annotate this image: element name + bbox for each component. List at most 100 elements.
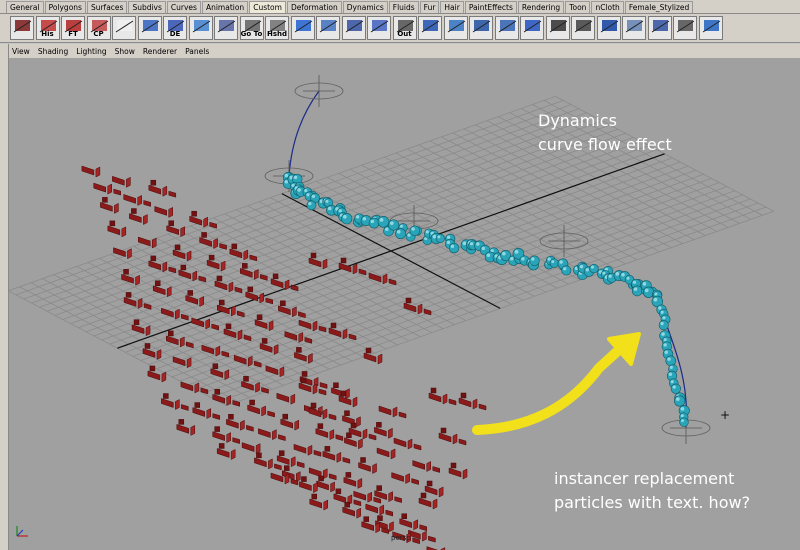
shelf-tab-surfaces[interactable]: Surfaces: [86, 1, 128, 13]
shelf-tab-hair[interactable]: Hair: [440, 1, 464, 13]
particle-sphere: [395, 228, 406, 240]
shelf-tab-fluids[interactable]: Fluids: [388, 1, 419, 13]
particle-sphere: [377, 216, 390, 228]
delete-history-icon[interactable]: DE: [163, 16, 187, 40]
camera-label: persp: [391, 534, 411, 542]
instance-shape: [426, 546, 446, 550]
outliner-icon[interactable]: Out: [392, 16, 417, 40]
toolbox-strip[interactable]: [0, 44, 9, 550]
instance-shape: [299, 476, 318, 494]
graph-editor-icon[interactable]: [10, 16, 34, 40]
history-icon[interactable]: His: [35, 16, 60, 40]
menu-renderer[interactable]: Renderer: [143, 47, 177, 56]
shelf-tab-general[interactable]: General: [6, 1, 44, 13]
shelf-tab-female-stylized[interactable]: Female_Stylized: [624, 1, 694, 13]
instance-shape: [348, 422, 377, 441]
menu-shading[interactable]: Shading: [38, 47, 68, 56]
particle-sphere: [388, 219, 400, 231]
center-pivot-icon[interactable]: CP: [86, 16, 111, 40]
instance-shape: [343, 472, 363, 489]
wave-icon[interactable]: [698, 16, 723, 40]
instance-shape: [254, 452, 282, 471]
particle-sphere: [448, 242, 460, 254]
instance-shape: [81, 165, 101, 178]
instance-shape: [189, 210, 217, 229]
ipr-icon[interactable]: [596, 16, 621, 40]
particle-sphere: [679, 417, 689, 427]
instance-shape: [399, 513, 427, 532]
cube-icon[interactable]: [418, 16, 442, 40]
particle-sphere: [529, 255, 540, 266]
menu-view[interactable]: View: [12, 47, 30, 56]
cursor-icon[interactable]: [367, 16, 391, 40]
instance-shape: [424, 480, 444, 498]
yellow-arrow-annotation: [472, 332, 641, 435]
scale-icon[interactable]: [520, 16, 544, 40]
shelf-tab-toon[interactable]: Toon: [565, 1, 591, 13]
mel-goto-icon[interactable]: Go To: [239, 16, 264, 40]
bend-icon[interactable]: [647, 16, 672, 40]
instance-shape: [112, 175, 131, 188]
instance-shape: [363, 347, 383, 365]
instance-shape: [374, 422, 393, 439]
particle-sphere: [561, 265, 572, 276]
shelf-tab-deformation[interactable]: Deformation: [286, 1, 342, 13]
shelf-tab-bar: General Polygons Surfaces Subdivs Curves Anim…: [0, 0, 800, 14]
hypershade-icon[interactable]: [137, 16, 162, 40]
particle-sphere: [631, 285, 643, 297]
perspective-viewport[interactable]: + Dynamics curve flow effect instancer r…: [9, 58, 800, 550]
particle-sphere: [658, 320, 669, 331]
plane-icon[interactable]: [443, 16, 468, 40]
instance-shape: [176, 419, 196, 436]
instance-shape: [212, 426, 240, 444]
rotate-icon[interactable]: [494, 16, 519, 40]
particle-sphere: [409, 225, 421, 236]
particle-sphere: [341, 213, 353, 225]
shelf-icon-bar: His FT CP DE Go To Hshd Out: [0, 14, 800, 43]
instance-shape: [121, 269, 140, 286]
instance-shape: [365, 503, 394, 517]
instance-shape: [216, 443, 236, 460]
shelf-tab-ncloth[interactable]: nCloth: [591, 1, 624, 13]
select-tool-icon[interactable]: [214, 16, 238, 40]
paint-icon[interactable]: [316, 16, 340, 40]
sculpt-icon[interactable]: [290, 16, 315, 40]
menu-panels[interactable]: Panels: [185, 47, 209, 56]
cursor-crosshair-icon: +: [720, 408, 730, 422]
shelf-tab-polygons[interactable]: Polygons: [44, 1, 86, 13]
mel-script-icon[interactable]: [673, 16, 697, 40]
shelf-tab-subdivs[interactable]: Subdivs: [128, 1, 166, 13]
shelf-tab-dynamics[interactable]: Dynamics: [342, 1, 388, 13]
instance-shape: [294, 347, 313, 364]
sphere-icon[interactable]: [341, 16, 366, 40]
instance-shape: [100, 197, 119, 214]
instance-shape: [403, 297, 432, 316]
key-icon[interactable]: [545, 16, 570, 40]
freeze-transform-icon[interactable]: FT: [61, 16, 85, 40]
instance-shape: [322, 446, 351, 464]
panel-menu-bar: View Shading Lighting Show Renderer Panels: [9, 44, 800, 58]
blank-icon[interactable]: [112, 16, 136, 40]
instance-shape: [123, 194, 151, 207]
shelf-tab-rendering[interactable]: Rendering: [517, 1, 565, 13]
particle-sphere: [435, 233, 445, 243]
menu-show[interactable]: Show: [115, 47, 135, 56]
render-icon[interactable]: [571, 16, 595, 40]
shelf-tab-painteffects[interactable]: PaintEffects: [464, 1, 517, 13]
shelf-tab-custom[interactable]: Custom: [249, 1, 286, 13]
shelf-tab-fur[interactable]: Fur: [419, 1, 440, 13]
instance-shape: [412, 460, 440, 473]
grid-snap-icon[interactable]: [188, 16, 213, 40]
instance-shape: [428, 387, 457, 406]
hypershade-mel-icon[interactable]: Hshd: [265, 16, 289, 40]
instance-shape: [148, 179, 177, 198]
instance-shape: [107, 220, 127, 238]
instance-shape: [226, 414, 254, 432]
lattice-icon[interactable]: [622, 16, 646, 40]
move-icon[interactable]: [469, 16, 493, 40]
shelf-tab-animation[interactable]: Animation: [201, 1, 249, 13]
menu-lighting[interactable]: Lighting: [76, 47, 106, 56]
instance-shape: [129, 208, 148, 225]
instance-shape: [315, 423, 344, 441]
shelf-tab-curves[interactable]: Curves: [166, 1, 201, 13]
